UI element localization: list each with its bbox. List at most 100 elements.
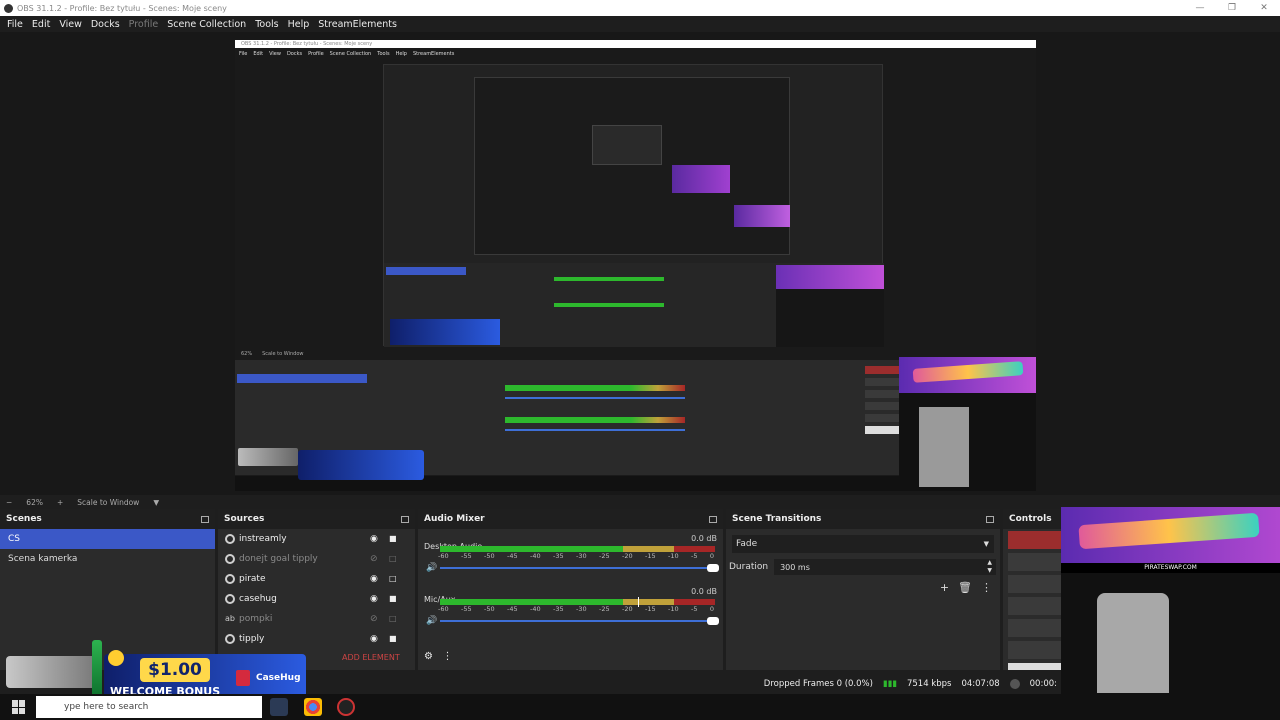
menu-scene-collection[interactable]: Scene Collection — [167, 19, 246, 30]
undock-icon[interactable] — [201, 515, 209, 523]
knife-image — [92, 640, 102, 702]
eye-hidden-icon[interactable]: ⊘ — [370, 554, 378, 564]
nested-titlebar: OBS 31.1.2 - Profile: Bez tytułu - Scene… — [235, 40, 1036, 48]
bonus-amount: $1.00 — [140, 658, 210, 682]
webcam-site-label: PIRATESWAP.COM — [1061, 563, 1280, 573]
chevron-down-icon[interactable]: ▼ — [153, 498, 159, 507]
channel-db: 0.0 dB — [691, 534, 717, 543]
undock-icon[interactable] — [709, 515, 717, 523]
casehug-logo-icon — [236, 670, 250, 686]
source-item-pirate[interactable]: pirate ◉ □ — [218, 569, 415, 589]
obs-logo-icon — [4, 3, 13, 13]
lock-icon[interactable]: ■ — [389, 534, 397, 543]
speaker-icon[interactable]: 🔊 — [426, 563, 437, 573]
eye-icon[interactable]: ◉ — [370, 574, 378, 584]
add-icon[interactable]: + — [940, 581, 949, 594]
virtual-camera-button[interactable] — [1008, 575, 1061, 593]
meter-ticks: -60 -55 -50 -45 -40 -35 -30 -25 -20 -15 -10 -5 0 — [438, 552, 714, 560]
obs-taskbar-icon[interactable] — [337, 698, 355, 716]
undock-icon[interactable] — [401, 515, 409, 523]
menu-docks[interactable]: Docks — [91, 19, 120, 30]
nested-menu-help: Help — [395, 50, 407, 57]
audio-mixer-title: Audio Mixer — [424, 514, 485, 524]
signal-icon: ▮▮▮ — [882, 679, 897, 689]
unlock-icon[interactable]: □ — [389, 554, 397, 563]
menu-help[interactable]: Help — [288, 19, 310, 30]
unlock-icon[interactable]: □ — [389, 614, 397, 623]
nested-controls — [865, 366, 899, 456]
taskbar-search[interactable]: ype here to search — [36, 696, 262, 718]
source-label: casehug — [239, 594, 277, 604]
source-item-instreamly[interactable]: instreamly ◉ ■ — [218, 529, 415, 549]
webcam-overlay: PIRATESWAP.COM — [1061, 507, 1280, 694]
settings-button[interactable] — [1008, 619, 1061, 637]
lock-icon[interactable]: ■ — [389, 634, 397, 643]
menu-streamelements[interactable]: StreamElements — [318, 19, 397, 30]
scene-item-scena-kamerka[interactable]: Scena kamerka — [0, 549, 215, 569]
menu-file[interactable]: File — [7, 19, 23, 30]
window-title: OBS 31.1.2 - Profile: Bez tytułu - Scene… — [17, 3, 227, 13]
eye-icon[interactable]: ◉ — [370, 534, 378, 544]
exit-button[interactable] — [1008, 641, 1061, 659]
channel-db: 0.0 dB — [691, 587, 717, 596]
lock-icon[interactable]: ■ — [389, 594, 397, 603]
zoom-level: 62% — [26, 497, 43, 507]
scene-label: Scena kamerka — [8, 554, 78, 564]
minus-icon[interactable]: − — [6, 498, 12, 507]
source-item-donejt-goal-tipply[interactable]: donejt goal tipply ⊘ □ — [218, 549, 415, 569]
start-recording-button[interactable] — [1008, 553, 1061, 571]
spinner-icon[interactable]: ▲ ▼ — [987, 559, 992, 575]
chrome-icon[interactable] — [304, 698, 322, 716]
meter-ticks: -60 -55 -50 -45 -40 -35 -30 -25 -20 -15 -10 -5 0 — [438, 605, 714, 613]
maximize-button[interactable]: ❐ — [1216, 3, 1248, 13]
eye-hidden-icon[interactable]: ⊘ — [370, 614, 378, 624]
stream-elements-button[interactable] — [1008, 663, 1061, 670]
stop-streaming-button[interactable] — [1008, 531, 1061, 549]
undock-icon[interactable] — [986, 515, 994, 523]
windows-start-icon[interactable] — [12, 700, 26, 714]
brand-label: CaseHug — [256, 673, 301, 683]
globe-icon — [225, 554, 235, 564]
mixer-channel-mic-aux: Mic/Aux 0.0 dB -60-55-50-45-40-35-30-25-… — [418, 582, 723, 635]
record-icon — [1009, 679, 1020, 689]
eye-icon[interactable]: ◉ — [370, 634, 378, 644]
more-icon[interactable]: ⋮ — [981, 581, 992, 594]
terminal-icon[interactable] — [270, 698, 288, 716]
menu-profile[interactable]: Profile — [129, 19, 159, 30]
text-icon: ab — [225, 614, 235, 623]
plus-icon[interactable]: + — [57, 498, 63, 507]
scene-item-cs[interactable]: CS — [0, 529, 215, 549]
nested-menu-profile: Profile — [308, 50, 324, 57]
menu-edit[interactable]: Edit — [32, 19, 50, 30]
source-label: pompki — [239, 614, 273, 624]
mixer-settings-icon[interactable]: ⚙ ⋮ — [424, 651, 453, 662]
volume-slider[interactable] — [440, 564, 719, 572]
duration-row: Duration 300 ms ▲ ▼ — [726, 553, 1000, 575]
minimize-button[interactable]: — — [1184, 3, 1216, 13]
close-button[interactable]: ✕ — [1248, 3, 1280, 13]
nested-inner-capture — [383, 64, 884, 347]
person-image — [1097, 593, 1169, 693]
trash-icon[interactable]: 🗑 — [958, 581, 972, 594]
unlock-icon[interactable]: □ — [389, 574, 397, 583]
source-item-pompki[interactable]: ab pompki ⊘ □ — [218, 609, 415, 629]
studio-mode-button[interactable] — [1008, 597, 1061, 615]
source-item-casehug[interactable]: casehug ◉ ■ — [218, 589, 415, 609]
taskbar: ype here to search — [0, 694, 1280, 720]
add-element-button[interactable]: ADD ELEMENT — [342, 653, 400, 662]
menu-view[interactable]: View — [59, 19, 82, 30]
transition-select[interactable]: Fade ▼ — [732, 535, 994, 553]
coin-image — [108, 650, 124, 666]
slider-knob[interactable] — [707, 564, 719, 572]
menu-tools[interactable]: Tools — [255, 19, 278, 30]
nested-menu-file: File — [239, 50, 248, 57]
slider-knob[interactable] — [707, 617, 719, 625]
eye-icon[interactable]: ◉ — [370, 594, 378, 604]
volume-slider[interactable] — [440, 617, 719, 625]
duration-input[interactable]: 300 ms ▲ ▼ — [774, 559, 996, 575]
scale-mode-select[interactable]: Scale to Window — [77, 498, 139, 507]
record-time: 00:00: — [1029, 679, 1057, 689]
nested-zoom: 62% — [241, 351, 253, 357]
globe-icon — [225, 594, 235, 604]
speaker-icon[interactable]: 🔊 — [426, 616, 437, 626]
